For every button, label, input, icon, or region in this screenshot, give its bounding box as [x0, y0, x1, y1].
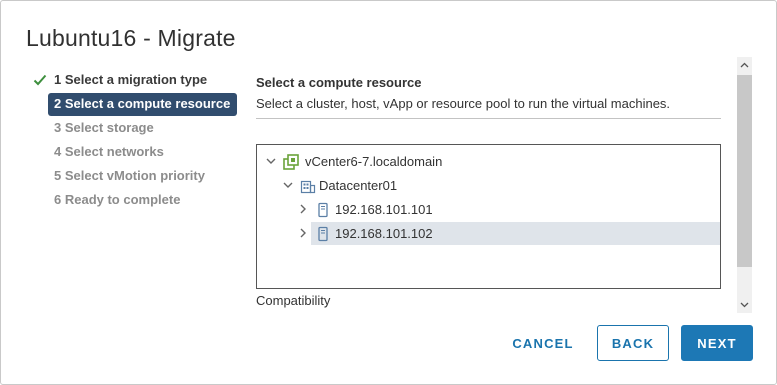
step-label: 3 Select storage — [54, 120, 154, 135]
back-button[interactable]: BACK — [597, 325, 669, 361]
host-icon — [318, 202, 328, 218]
step-label: 4 Select networks — [54, 144, 164, 159]
step-label: 6 Ready to complete — [54, 192, 181, 207]
tree-node-host-2[interactable]: 192.168.101.102 — [257, 222, 720, 245]
scrollbar-thumb[interactable] — [737, 75, 752, 267]
section-heading: Select a compute resource — [256, 75, 422, 90]
chevron-right-icon[interactable] — [298, 228, 308, 238]
tree-node-label: vCenter6-7.localdomain — [305, 154, 443, 169]
tree-node-label: 192.168.101.102 — [335, 226, 433, 241]
checkmark-icon — [33, 74, 47, 86]
host-icon — [318, 226, 328, 242]
compute-resource-tree[interactable]: vCenter6-7.localdomain Datacenter01 192.… — [256, 144, 721, 289]
tree-node-vcenter[interactable]: vCenter6-7.localdomain — [257, 150, 720, 173]
chevron-down-icon[interactable] — [283, 180, 293, 190]
step-select-migration-type[interactable]: 1 Select a migration type — [31, 69, 241, 93]
next-button[interactable]: NEXT — [681, 325, 753, 361]
tree-node-host-1[interactable]: 192.168.101.101 — [257, 198, 720, 221]
divider — [256, 118, 721, 119]
scroll-down-arrow-icon[interactable] — [737, 297, 752, 313]
dialog-title: Lubuntu16 - Migrate — [26, 25, 236, 51]
wizard-steps: 1 Select a migration type 2 Select a com… — [31, 69, 241, 213]
compatibility-label: Compatibility — [256, 293, 331, 308]
vcenter-icon — [283, 154, 299, 170]
step-label: 1 Select a migration type — [54, 72, 208, 87]
tree-node-label: 192.168.101.101 — [335, 202, 433, 217]
step-select-compute-resource[interactable]: 2 Select a compute resource — [31, 93, 241, 117]
migrate-dialog: Lubuntu16 - Migrate 1 Select a migration… — [0, 0, 777, 385]
step-ready-to-complete: 6 Ready to complete — [31, 189, 241, 213]
step-label: 2 Select a compute resource — [54, 96, 231, 111]
section-description: Select a cluster, host, vApp or resource… — [256, 96, 671, 111]
step-select-vmotion-priority: 5 Select vMotion priority — [31, 165, 241, 189]
cancel-button[interactable]: CANCEL — [503, 325, 583, 361]
step-select-storage: 3 Select storage — [31, 117, 241, 141]
scroll-up-arrow-icon[interactable] — [737, 57, 752, 73]
step-select-networks: 4 Select networks — [31, 141, 241, 165]
datacenter-icon — [300, 180, 316, 194]
chevron-down-icon[interactable] — [266, 156, 276, 166]
chevron-right-icon[interactable] — [298, 204, 308, 214]
tree-node-label: Datacenter01 — [319, 178, 398, 193]
tree-node-datacenter[interactable]: Datacenter01 — [257, 174, 720, 197]
step-label: 5 Select vMotion priority — [54, 168, 205, 183]
